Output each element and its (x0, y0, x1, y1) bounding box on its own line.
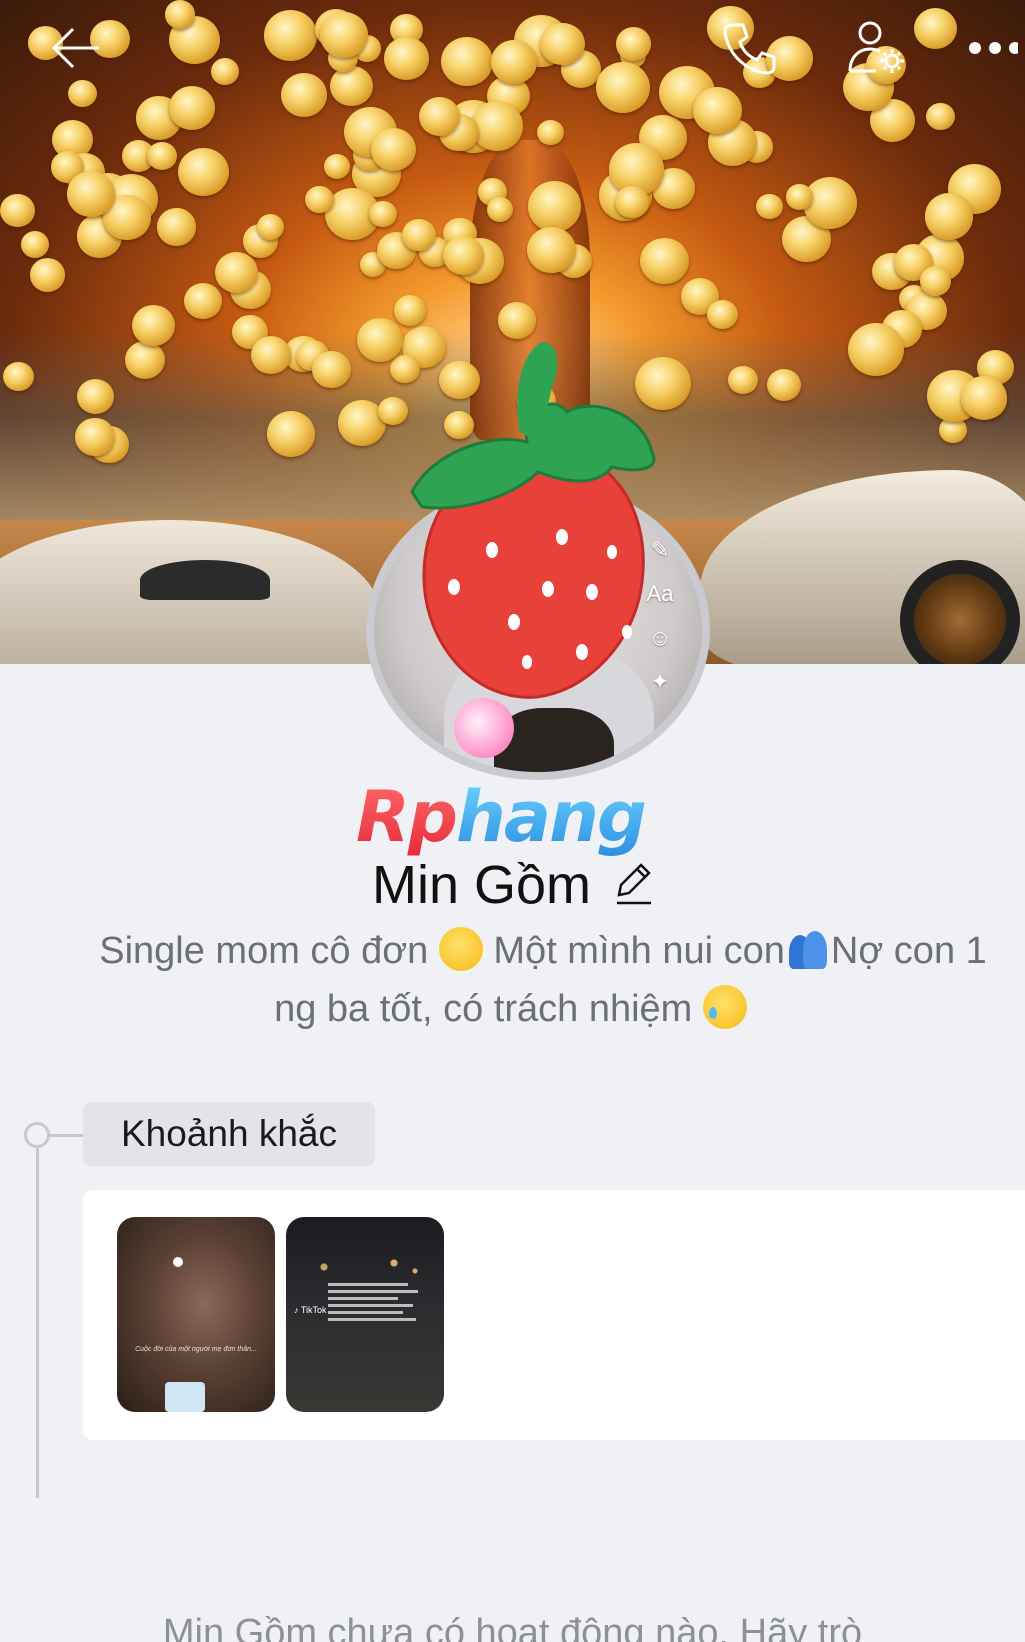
more-dots-icon (969, 42, 1018, 54)
coin-decoration (75, 418, 115, 456)
coin-decoration (369, 200, 397, 227)
coin-decoration (156, 207, 197, 246)
coin-decoration (913, 8, 957, 50)
coin-decoration (595, 61, 651, 114)
moment-sticker-icon (165, 1382, 205, 1412)
coin-decoration (21, 230, 50, 258)
moment-thumbnail-2[interactable]: ♪ TikTok (286, 1217, 444, 1412)
coin-decoration (443, 236, 484, 276)
avatar-container[interactable]: ✎ Aa ☺ ✦ (352, 342, 724, 792)
timeline-line (36, 1148, 39, 1498)
smiling-tear-icon (702, 985, 747, 1029)
user-settings-icon (848, 21, 904, 73)
coin-decoration (540, 22, 585, 65)
moment-caption: Cuộc đời của một người mẹ đơn thân... (135, 1346, 257, 1353)
coin-decoration (441, 37, 494, 87)
coin-decoration (960, 375, 1007, 420)
pencil-icon (617, 862, 652, 904)
timeline-dot (24, 1122, 50, 1148)
rphang-watermark: Rphang (356, 776, 647, 858)
coin-decoration (0, 193, 35, 227)
coin-decoration (266, 411, 315, 457)
coin-decoration (147, 141, 178, 171)
edit-name-button[interactable] (613, 861, 653, 910)
coin-decoration (319, 12, 368, 58)
empty-activity-message: Min Gồm chưa có hoạt động nào. Hãy trò (162, 1612, 863, 1642)
coin-decoration (848, 322, 905, 376)
phone-icon (723, 23, 776, 75)
coin-decoration (312, 351, 351, 388)
profile-bio: Single mom cô đơn Một mình nui con Nợ con… (0, 922, 1025, 1038)
coin-decoration (183, 282, 222, 319)
call-button[interactable] (718, 16, 782, 80)
pensive-face-icon (438, 927, 483, 971)
coin-decoration (491, 40, 538, 84)
moments-label-text: Khoảnh khắc (120, 1113, 337, 1154)
coin-decoration (251, 335, 292, 374)
moments-label: Khoảnh khắc (83, 1102, 375, 1166)
coin-decoration (926, 102, 955, 130)
coin-decoration (924, 193, 974, 240)
coin-decoration (615, 27, 651, 61)
coin-decoration (125, 341, 166, 380)
more-button[interactable] (968, 16, 1025, 80)
coin-decoration (766, 369, 801, 402)
strawberry-sticker-icon (410, 342, 656, 699)
profile-settings-button[interactable] (844, 16, 908, 80)
coin-decoration (330, 66, 373, 107)
coin-decoration (178, 147, 230, 197)
coin-decoration (168, 86, 215, 131)
coin-decoration (323, 153, 351, 180)
coin-decoration (305, 185, 334, 214)
coin-decoration (264, 10, 318, 61)
coin-decoration (640, 238, 689, 285)
coin-decoration (756, 194, 783, 220)
back-button[interactable] (44, 16, 108, 80)
coin-decoration (256, 213, 285, 240)
coin-decoration (370, 128, 416, 172)
coin-decoration (615, 185, 649, 218)
coin-decoration (786, 184, 813, 210)
coin-decoration (210, 57, 240, 85)
timeline-connector (50, 1134, 84, 1137)
coin-decoration (164, 0, 195, 29)
arrow-left-icon (51, 27, 99, 69)
coin-decoration (29, 258, 65, 292)
moment-thumbnail-1[interactable]: Cuộc đời của một người mẹ đơn thân... (117, 1217, 275, 1412)
profile-name-row: Min Gồm (0, 850, 1025, 920)
people-hugging-icon (785, 927, 831, 971)
bio-line-2: ng ba tốt, có trách nhiệm (0, 980, 1023, 1038)
coin-decoration (920, 266, 952, 296)
coin-decoration (528, 181, 582, 232)
coin-decoration (536, 119, 564, 146)
coin-decoration (384, 37, 429, 80)
coin-decoration (77, 378, 114, 414)
profile-name: Min Gồm (371, 855, 592, 915)
coin-decoration (419, 96, 461, 136)
coin-decoration (68, 80, 97, 108)
coin-decoration (280, 73, 327, 118)
coin-decoration (402, 219, 436, 252)
coin-decoration (487, 197, 514, 222)
tiktok-logo-icon: ♪ TikTok (294, 1305, 327, 1315)
coin-decoration (693, 86, 743, 134)
coin-decoration (2, 361, 34, 392)
bio-line-1: Single mom cô đơn Một mình nui con Nợ con… (0, 922, 1025, 980)
coin-decoration (527, 226, 576, 273)
